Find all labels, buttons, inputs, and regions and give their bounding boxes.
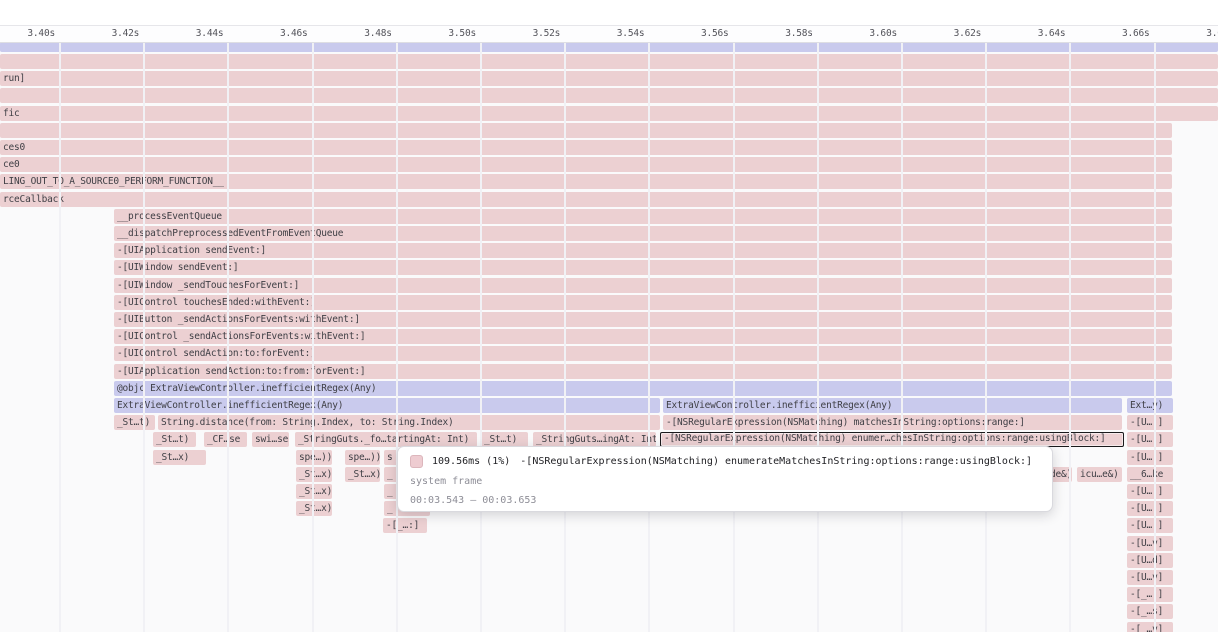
flame-chart[interactable]: run] fic ces0 ce0 LING_OUT_TO_A_SOURCE0_PERF…: [0, 42, 1218, 632]
ruler-tick-label: 3.46s: [248, 28, 308, 39]
flame-frame[interactable]: _St…x): [296, 501, 332, 516]
flame-frame[interactable]: -[U…:]: [1127, 518, 1173, 533]
flame-frame[interactable]: _St…t): [114, 415, 155, 430]
flame-frame[interactable]: -[UIControl _sendActionsForEvents:withEv…: [114, 329, 1172, 344]
flame-frame[interactable]: -[U…:]: [1127, 450, 1173, 465]
tooltip-title-row: 109.56ms (1%) -[NSRegularExpression(NSMa…: [410, 455, 1040, 468]
flame-frame[interactable]: run]: [0, 71, 1218, 86]
flame-frame[interactable]: __processEventQueue: [114, 209, 1172, 224]
flame-frame[interactable]: _CF…se: [204, 432, 247, 447]
flame-frame[interactable]: -[_…:]: [1127, 587, 1173, 602]
gridline: [985, 42, 987, 632]
flame-frame[interactable]: -[U…:]: [1127, 415, 1173, 430]
flame-frame[interactable]: String.distance(from: String.Index, to: …: [158, 415, 660, 430]
flame-frame[interactable]: swi…se: [252, 432, 289, 447]
frame-tooltip: 109.56ms (1%) -[NSRegularExpression(NSMa…: [397, 446, 1053, 512]
instruments-flame-graph: 3.40s 3.42s 3.44s 3.46s 3.48s 3.50s 3.52s 3.54s…: [0, 0, 1218, 632]
ruler-tick-label: 3.48s: [332, 28, 392, 39]
flame-frame[interactable]: -[U…:]: [1127, 484, 1173, 499]
gridline: [733, 42, 735, 632]
flame-frame[interactable]: ces0: [0, 140, 1172, 155]
flame-frame[interactable]: -[_…s]: [1127, 604, 1173, 619]
ruler-tick-label: 3.60s: [837, 28, 897, 39]
tooltip-duration-stats: 109.56ms (1%): [432, 456, 510, 467]
gridline: [59, 42, 61, 632]
tooltip-frame-kind: system frame: [410, 476, 1040, 487]
flame-frame[interactable]: __6…ke: [1127, 467, 1173, 482]
ruler-tick-label: 3.54s: [584, 28, 644, 39]
flame-frame[interactable]: [0, 88, 1218, 103]
ruler-tick-label: 3.56s: [669, 28, 729, 39]
ruler-tick-label: 3.58s: [753, 28, 813, 39]
flame-frame[interactable]: spe…)): [296, 450, 332, 465]
flame-frame[interactable]: -[UIControl sendAction:to:forEvent:]: [114, 346, 1172, 361]
gridline: [1069, 42, 1071, 632]
ruler-tick-label: 3.42s: [79, 28, 139, 39]
flame-frame[interactable]: _St…x): [345, 467, 380, 482]
flame-frame[interactable]: -[U…v]: [1127, 536, 1173, 551]
tooltip-symbol-name: -[NSRegularExpression(NSMatching) enumer…: [520, 456, 1032, 467]
flame-frame[interactable]: -[U…:]: [1127, 501, 1173, 516]
flame-frame[interactable]: _St…x): [296, 467, 332, 482]
ruler-tick-label: 3.44s: [163, 28, 223, 39]
flame-frame[interactable]: [0, 42, 1218, 52]
flame-frame[interactable]: @objc ExtraViewController.inefficientReg…: [114, 381, 1172, 396]
flame-frame[interactable]: icu…e&): [1077, 467, 1122, 482]
ruler-tick-label: 3.66s: [1090, 28, 1150, 39]
flame-frame[interactable]: _St…x): [153, 450, 206, 465]
flame-frame[interactable]: rceCallback: [0, 192, 1172, 207]
gridline: [648, 42, 650, 632]
flame-frame[interactable]: -[_…v]: [1127, 622, 1173, 632]
gridline: [901, 42, 903, 632]
flame-frame[interactable]: LING_OUT_TO_A_SOURCE0_PERFORM_FUNCTION__: [0, 174, 1172, 189]
gridline: [143, 42, 145, 632]
gridline: [227, 42, 229, 632]
ruler-tick-label: 3.40s: [0, 28, 55, 39]
flame-frame[interactable]: [0, 123, 1172, 138]
gridline: [564, 42, 566, 632]
flame-frame[interactable]: -[U…:]: [1127, 432, 1173, 447]
flame-frame[interactable]: Ext…y): [1127, 398, 1173, 413]
flame-frame[interactable]: -[UIWindow sendEvent:]: [114, 260, 1172, 275]
flame-frame[interactable]: _St…x): [296, 484, 332, 499]
flame-frame[interactable]: -[U…v]: [1127, 570, 1173, 585]
flame-frame[interactable]: spe…)): [345, 450, 380, 465]
ruler-tick-label: 3.64s: [1005, 28, 1065, 39]
ruler-tick-label: 3.62s: [921, 28, 981, 39]
flame-frame[interactable]: fic: [0, 106, 1218, 121]
flame-frame[interactable]: [0, 54, 1218, 69]
flame-frame[interactable]: ce0: [0, 157, 1172, 172]
gridline: [817, 42, 819, 632]
flame-frame[interactable]: _St…t): [153, 432, 196, 447]
flame-frame[interactable]: -[UIApplication sendAction:to:from:forEv…: [114, 364, 1172, 379]
flame-frame[interactable]: -[UIButton _sendActionsForEvents:withEve…: [114, 312, 1172, 327]
flame-frame[interactable]: -[U…d]: [1127, 553, 1173, 568]
gridline: [312, 42, 314, 632]
flame-frame[interactable]: -[UIWindow _sendTouchesForEvent:]: [114, 278, 1172, 293]
ruler-tick-label: 3.50s: [416, 28, 476, 39]
flame-frame[interactable]: __dispatchPreprocessedEventFromEventQueu…: [114, 226, 1172, 241]
ruler-tick-label: 3.68s: [1174, 28, 1218, 39]
flame-frame[interactable]: -[UIControl touchesEnded:withEvent:]: [114, 295, 1172, 310]
gridline: [480, 42, 482, 632]
flame-frame[interactable]: ExtraViewController.inefficientRegex(Any…: [114, 398, 660, 413]
flame-frame[interactable]: -[UIApplication sendEvent:]: [114, 243, 1172, 258]
gridline: [396, 42, 398, 632]
tooltip-time-range: 00:03.543 — 00:03.653: [410, 495, 1040, 506]
flame-frame[interactable]: -[_…:]: [383, 518, 427, 533]
frame-color-swatch-icon: [410, 455, 423, 468]
gridline: [1154, 42, 1156, 632]
timeline-ruler[interactable]: 3.40s 3.42s 3.44s 3.46s 3.48s 3.50s 3.52s 3.54s…: [0, 25, 1218, 43]
ruler-tick-label: 3.52s: [500, 28, 560, 39]
